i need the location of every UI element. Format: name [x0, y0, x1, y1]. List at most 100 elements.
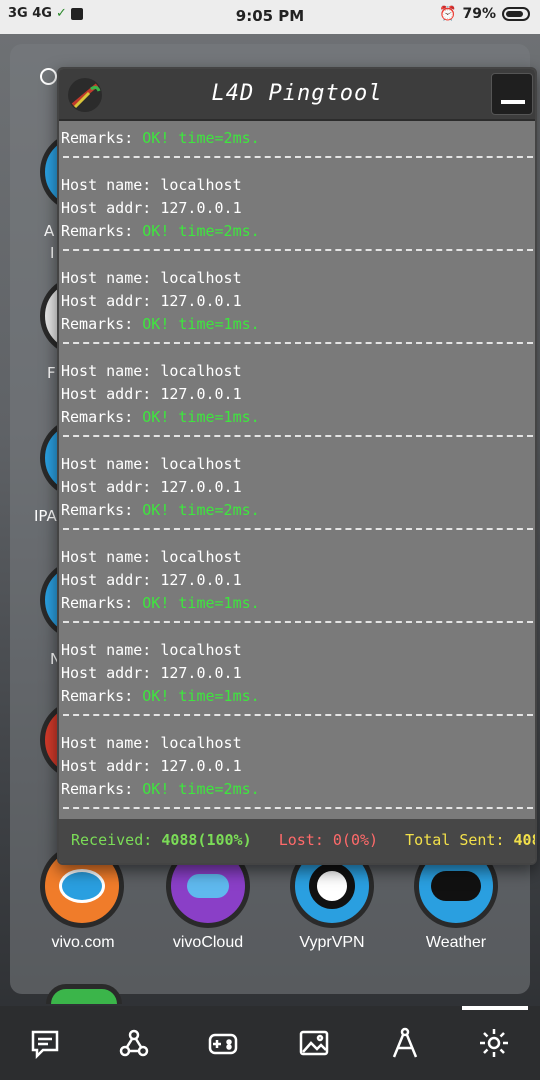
vyprvpn-app-label: VyprVPN — [299, 934, 365, 951]
host-addr-label: Host addr: — [61, 292, 152, 310]
remarks-label: Remarks: — [61, 315, 134, 333]
host-addr-label: Host addr: — [61, 664, 152, 682]
remarks-label: Remarks: — [61, 687, 134, 705]
vyprvpn-icon — [309, 863, 355, 909]
host-addr-value: 127.0.0.1 — [160, 292, 242, 310]
host-addr-line: Host addr: 127.0.0.1 — [61, 569, 535, 592]
battery-icon — [502, 7, 530, 21]
remarks-line: Remarks: OK! time=1ms. — [61, 592, 535, 615]
weather-icon — [431, 871, 481, 901]
host-addr-label: Host addr: — [61, 757, 152, 775]
remarks-value: OK! time=1ms. — [142, 594, 260, 612]
host-addr-value: 127.0.0.1 — [160, 571, 242, 589]
remarks-line: Remarks: OK! time=1ms. — [61, 685, 535, 708]
pingtool-window: L4D Pingtool Remarks: OK! time=2ms. Host… — [57, 67, 537, 865]
host-name-value: localhost — [160, 362, 242, 380]
host-name-label: Host name: — [61, 269, 152, 287]
host-addr-line: Host addr: 127.0.0.1 — [61, 662, 535, 685]
host-addr-value: 127.0.0.1 — [160, 664, 242, 682]
host-name-label: Host name: — [61, 455, 152, 473]
log-separator — [63, 435, 533, 445]
remarks-label: Remarks: — [61, 222, 134, 240]
remarks-line: Remarks: OK! time=2ms. — [61, 778, 535, 801]
remarks-label: Remarks: — [61, 129, 134, 147]
host-addr-label: Host addr: — [61, 478, 152, 496]
partial-app-icon[interactable] — [46, 984, 122, 1004]
vivocloud-app-label: vivoCloud — [172, 934, 244, 951]
host-addr-label: Host addr: — [61, 571, 152, 589]
image-icon[interactable] — [297, 1026, 331, 1060]
remarks-line: Remarks: OK! time=1ms. — [61, 313, 535, 336]
status-right: ⏰ 79% — [439, 6, 530, 22]
host-name-value: localhost — [160, 734, 242, 752]
cloud-icon — [187, 874, 229, 898]
host-addr-value: 127.0.0.1 — [160, 199, 242, 217]
log-entry: Host name: localhost Host addr: 127.0.0.… — [61, 267, 535, 336]
ping-log[interactable]: Remarks: OK! time=2ms. Host name: localh… — [59, 121, 535, 817]
host-name-value: localhost — [160, 641, 242, 659]
remarks-value: OK! time=2ms. — [142, 780, 260, 798]
log-entry: Host name: localhost Host addr: 127.0.0.… — [61, 360, 535, 429]
host-addr-label: Host addr: — [61, 385, 152, 403]
window-title: L4D Pingtool — [211, 81, 383, 106]
side-app-label-3: IPA — [34, 507, 57, 525]
remarks-line: Remarks: OK! time=2ms. — [61, 220, 535, 243]
host-addr-line: Host addr: 127.0.0.1 — [61, 755, 535, 778]
log-entry: Host name: localhost Host addr: 127.0.0.… — [61, 732, 535, 801]
minimize-button[interactable] — [491, 73, 533, 115]
host-name-label: Host name: — [61, 176, 152, 194]
host-addr-value: 127.0.0.1 — [160, 385, 242, 403]
host-name-line: Host name: localhost — [61, 267, 535, 290]
host-name-label: Host name: — [61, 548, 152, 566]
host-addr-line: Host addr: 127.0.0.1 — [61, 197, 535, 220]
lost-label: Lost: — [278, 831, 324, 849]
compass-icon[interactable] — [388, 1026, 422, 1060]
log-separator — [63, 714, 533, 724]
host-addr-line: Host addr: 127.0.0.1 — [61, 290, 535, 313]
gamepad-icon[interactable] — [206, 1026, 240, 1060]
remarks-line: Remarks: OK! time=1ms. — [61, 406, 535, 429]
total-sent-label: Total Sent: — [405, 831, 505, 849]
ping-stats-footer: Received: 4088(100%) Lost: 0(0%) Total S… — [59, 819, 535, 863]
host-name-value: localhost — [160, 548, 242, 566]
select-radio[interactable] — [40, 68, 57, 85]
host-addr-line: Host addr: 127.0.0.1 — [61, 383, 535, 406]
log-separator — [63, 528, 533, 538]
total-sent-value: 408 — [513, 831, 535, 849]
log-separator — [63, 342, 533, 352]
host-name-value: localhost — [160, 269, 242, 287]
remarks-label: Remarks: — [61, 408, 134, 426]
remarks-value: OK! time=1ms. — [142, 408, 260, 426]
remarks-line: Remarks: OK! time=2ms. — [61, 499, 535, 522]
battery-percent: 79% — [462, 6, 496, 22]
log-entry: Host name: localhost Host addr: 127.0.0.… — [61, 546, 535, 615]
log-separator — [63, 249, 533, 259]
host-name-line: Host name: localhost — [61, 360, 535, 383]
host-name-label: Host name: — [61, 641, 152, 659]
host-name-line: Host name: localhost — [61, 546, 535, 569]
window-header: L4D Pingtool — [59, 69, 535, 121]
received-label: Received: — [71, 831, 153, 849]
bottom-nav — [0, 1006, 540, 1080]
remarks-value: OK! time=2ms. — [142, 129, 260, 147]
nav-selected-indicator — [462, 1006, 528, 1010]
share-icon[interactable] — [117, 1026, 151, 1060]
remarks-label: Remarks: — [61, 780, 134, 798]
weather-app-label: Weather — [425, 934, 487, 951]
chat-icon[interactable] — [28, 1026, 62, 1060]
alarm-icon: ⏰ — [439, 6, 457, 22]
log-separator — [63, 621, 533, 631]
side-app-label-1: A — [44, 222, 55, 240]
host-name-label: Host name: — [61, 362, 152, 380]
log-entry: Host name: localhost Host addr: 127.0.0.… — [61, 639, 535, 708]
remarks-value: OK! time=1ms. — [142, 315, 260, 333]
log-separator — [63, 807, 533, 817]
log-entry: Host name: localhost Host addr: 127.0.0.… — [61, 174, 535, 243]
settings-icon[interactable] — [477, 1026, 511, 1060]
received-value: 4088(100%) — [161, 831, 252, 849]
remarks-value: OK! time=2ms. — [142, 222, 260, 240]
log-entry: Host name: localhost Host addr: 127.0.0.… — [61, 453, 535, 522]
host-name-line: Host name: localhost — [61, 732, 535, 755]
host-addr-value: 127.0.0.1 — [160, 757, 242, 775]
log-separator — [63, 156, 533, 166]
